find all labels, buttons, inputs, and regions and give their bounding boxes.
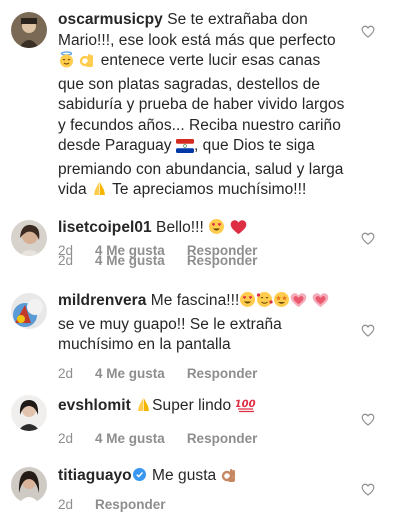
reply-button[interactable]: Responder [95,497,166,512]
hundred-points-emoji: 100 [233,396,256,420]
comment-time: 2d [58,431,74,446]
comment-meta: 2d Responder [58,497,188,512]
comment-username[interactable]: mildrenvera [58,292,146,309]
comment-username[interactable]: titiaguayo [58,467,132,484]
comment-text: titiaguayo Me gusta [58,466,358,490]
folded-hands-emoji [91,180,108,204]
ok-hand-emoji [221,466,238,490]
reply-button[interactable]: Responder [187,253,258,268]
growing-heart-emoji [312,292,329,315]
comment-username[interactable]: oscarmusicpy [58,11,163,28]
comment-meta: 2d 4 Me gusta Responder [58,366,279,381]
reply-button[interactable]: Responder [187,366,258,381]
like-heart-icon[interactable] [361,232,375,245]
star-struck-emoji [273,291,290,315]
like-heart-icon[interactable] [361,324,375,337]
likes-count[interactable]: 4 Me gusta [95,253,165,268]
like-heart-icon[interactable] [361,413,375,426]
comment-text: lisetcoipel01 Bello!!! [58,218,358,242]
comment-username[interactable]: lisetcoipel01 [58,219,152,236]
comment-time: 2d [58,497,74,512]
comment-text: evshlomit Super lindo 100 [58,396,358,420]
avatar[interactable] [11,395,47,431]
avatar[interactable] [11,220,47,256]
avatar[interactable] [11,467,47,503]
red-heart-emoji [230,219,247,242]
comment-username[interactable]: evshlomit [58,397,131,414]
likes-count[interactable]: 4 Me gusta [95,431,165,446]
avatar[interactable] [11,12,47,48]
comment-time: 2d [58,366,74,381]
reply-button[interactable]: Responder [187,431,258,446]
comment-text: oscarmusicpy Se te extrañaba don Mario!!… [58,10,358,204]
comment-time: 2d [58,253,74,268]
like-heart-icon[interactable] [361,483,375,496]
avatar[interactable] [11,293,47,329]
paraguay-flag-emoji [175,139,194,160]
verified-badge-icon [132,468,146,481]
ok-hand-emoji [79,51,96,75]
comment-meta: 2d 4 Me gusta Responder [58,431,279,446]
comment-meta: 2d 4 Me gusta Responder [58,253,279,268]
growing-heart-emoji [290,292,307,315]
svg-text:100: 100 [236,399,256,410]
heart-eyes-emoji [208,218,225,242]
smiling-face-with-hearts-emoji [256,291,273,315]
heart-eyes-emoji [239,291,256,315]
like-heart-icon[interactable] [361,25,375,38]
comment-text: mildrenvera Me fascina!!! se ve muy guap… [58,291,358,356]
likes-count[interactable]: 4 Me gusta [95,366,165,381]
folded-hands-emoji [135,396,152,420]
face-with-halo-emoji [58,51,75,75]
